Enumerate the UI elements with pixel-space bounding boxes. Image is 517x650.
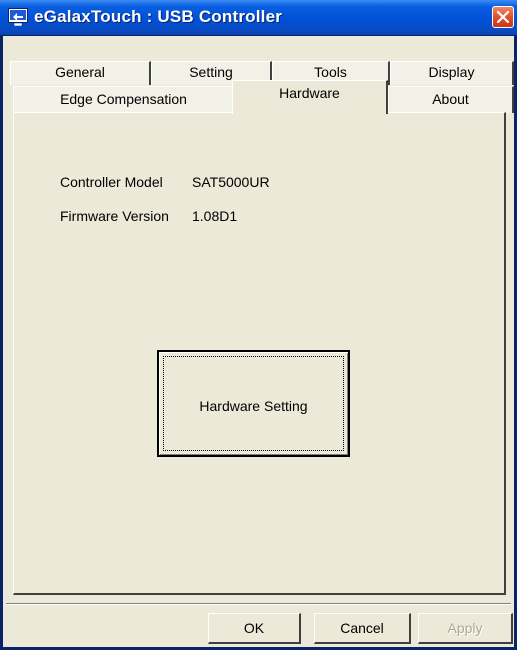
tab-display-label: Display — [428, 64, 475, 80]
hardware-setting-button[interactable]: Hardware Setting — [157, 350, 350, 457]
tab-tools-label: Tools — [314, 64, 347, 80]
apply-button[interactable]: Apply — [418, 613, 513, 644]
controller-model-label: Controller Model — [60, 174, 163, 190]
dialog-window: eGalaxTouch : USB Controller General Set… — [0, 0, 517, 650]
egalax-app-icon — [8, 8, 28, 27]
firmware-version-value: 1.08D1 — [192, 208, 238, 224]
close-button[interactable] — [492, 6, 514, 28]
title-bar[interactable]: eGalaxTouch : USB Controller — [0, 0, 517, 36]
tab-general-label: General — [55, 64, 105, 80]
tab-edge-compensation-label: Edge Compensation — [60, 91, 187, 107]
ok-button[interactable]: OK — [208, 613, 301, 644]
tab-about-label: About — [432, 91, 469, 107]
tab-general[interactable]: General — [10, 61, 151, 85]
tab-edge-compensation[interactable]: Edge Compensation — [13, 86, 235, 113]
firmware-version-label: Firmware Version — [60, 208, 169, 224]
footer-divider — [6, 603, 511, 605]
window-title: eGalaxTouch : USB Controller — [34, 7, 283, 26]
tab-display[interactable]: Display — [390, 61, 514, 85]
tab-about[interactable]: About — [388, 86, 514, 113]
tab-hardware[interactable]: Hardware — [232, 80, 388, 114]
controller-model-value: SAT5000UR — [192, 174, 270, 190]
hardware-setting-label: Hardware Setting — [199, 398, 308, 414]
tab-hardware-label: Hardware — [279, 85, 340, 101]
cancel-button[interactable]: Cancel — [314, 613, 411, 644]
tab-setting-label: Setting — [189, 64, 233, 80]
close-icon — [497, 11, 509, 23]
